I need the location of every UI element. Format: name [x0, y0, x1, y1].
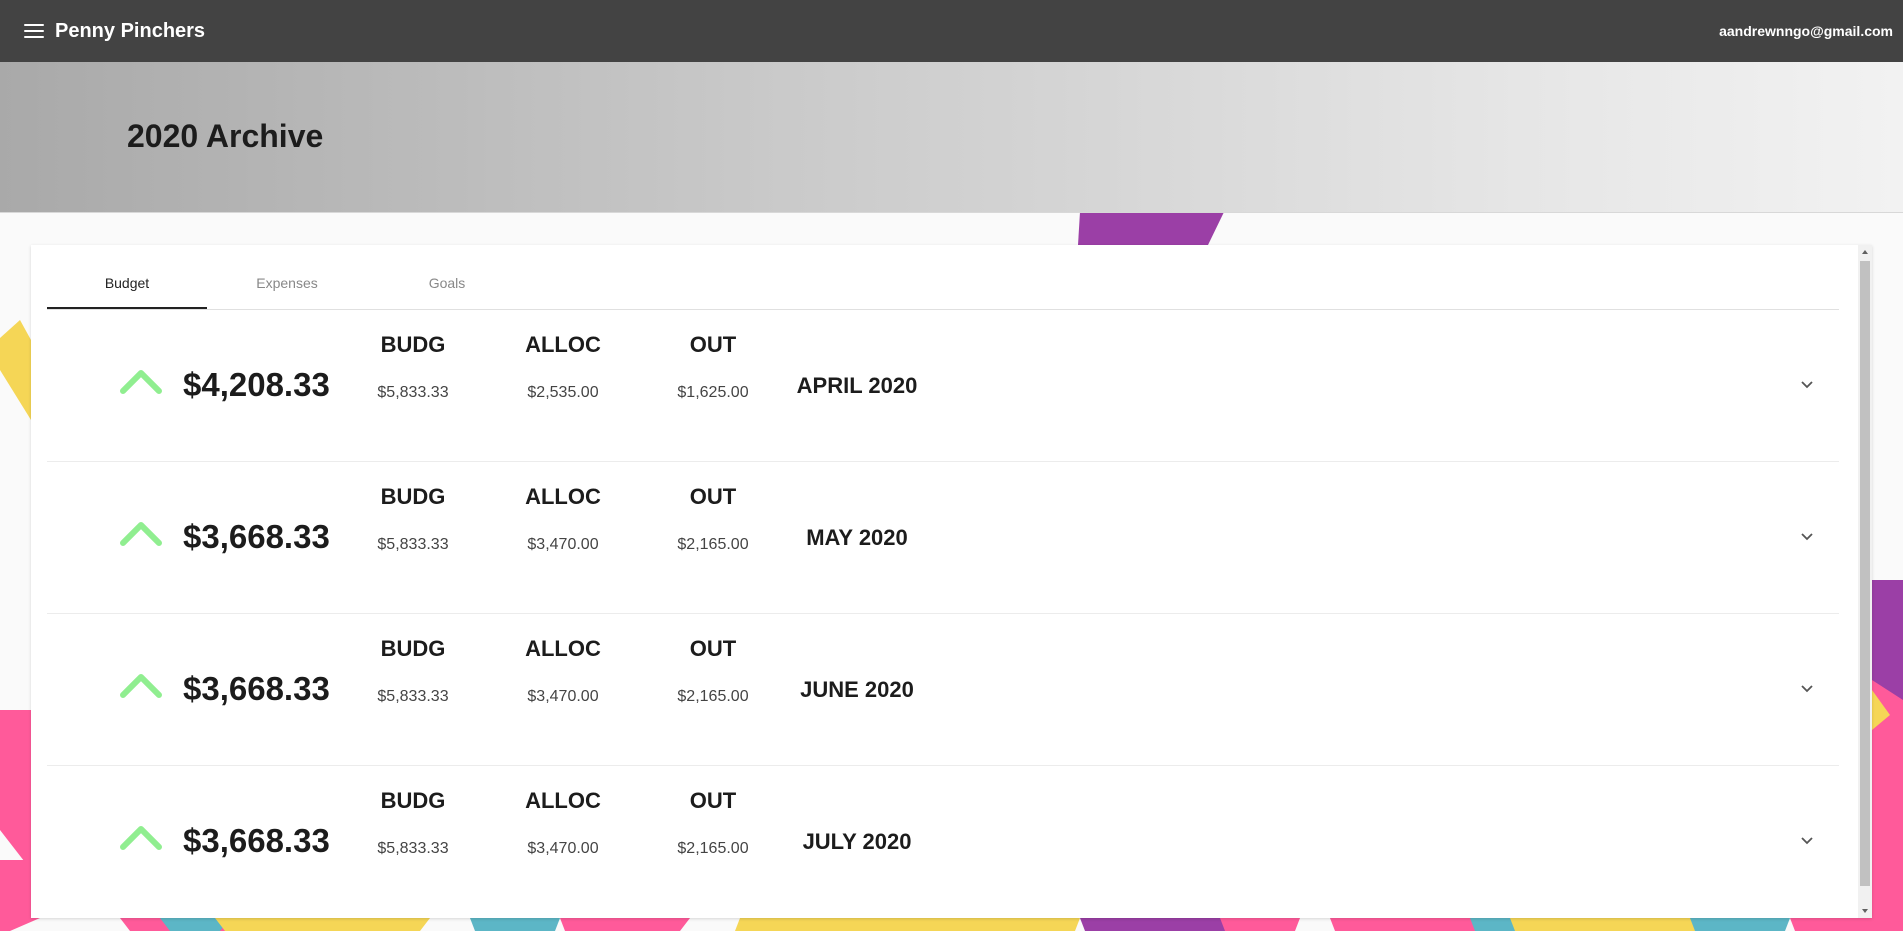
chevron-down-icon[interactable] — [1795, 372, 1819, 396]
budg-label: BUDG — [380, 788, 446, 813]
tab-budget[interactable]: Budget — [47, 245, 207, 309]
budg-value: $5,833.33 — [377, 536, 449, 553]
alloc-label: ALLOC — [525, 484, 601, 509]
alloc-column: ALLOC $3,470.00 — [503, 462, 623, 554]
out-value: $2,165.00 — [677, 840, 749, 857]
budg-column: BUDG $5,833.33 — [353, 310, 473, 402]
budg-value: $5,833.33 — [377, 384, 449, 401]
out-label: OUT — [689, 332, 737, 357]
page-header: 2020 Archive — [0, 62, 1903, 213]
arrow-up-icon — [120, 674, 162, 698]
month-row[interactable]: $3,668.33 BUDG $5,833.33 ALLOC $3,470.00 O… — [47, 766, 1839, 917]
alloc-label: ALLOC — [525, 636, 601, 661]
tab-goals[interactable]: Goals — [367, 245, 527, 309]
alloc-label: ALLOC — [525, 332, 601, 357]
budg-column: BUDG $5,833.33 — [353, 766, 473, 858]
alloc-value: $3,470.00 — [527, 536, 599, 553]
chevron-down-icon[interactable] — [1795, 524, 1819, 548]
month-row[interactable]: $3,668.33 BUDG $5,833.33 ALLOC $3,470.00 O… — [47, 462, 1839, 614]
budg-column: BUDG $5,833.33 — [353, 614, 473, 706]
out-column: OUT $2,165.00 — [653, 614, 773, 706]
user-email[interactable]: aandrewnngo@gmail.com — [1719, 23, 1893, 39]
app-bar: Penny Pinchers aandrewnngo@gmail.com — [0, 0, 1903, 62]
out-label: OUT — [689, 484, 737, 509]
remaining-total: $4,208.33 — [183, 366, 330, 403]
month-label: APRIL 2020 — [796, 373, 918, 398]
active-tab-indicator — [47, 307, 207, 309]
out-value: $2,165.00 — [677, 536, 749, 553]
remaining-total: $3,668.33 — [183, 670, 330, 707]
remaining-total: $3,668.33 — [183, 822, 330, 859]
budg-label: BUDG — [380, 332, 446, 357]
tab-bar: Budget Expenses Goals — [47, 245, 1839, 310]
alloc-column: ALLOC $3,470.00 — [503, 614, 623, 706]
arrow-up-icon — [120, 522, 162, 546]
alloc-value: $2,535.00 — [527, 384, 599, 401]
budg-value: $5,833.33 — [377, 688, 449, 705]
chevron-down-icon[interactable] — [1795, 828, 1819, 852]
out-label: OUT — [689, 636, 737, 661]
arrow-up-icon — [120, 826, 162, 850]
budg-value: $5,833.33 — [377, 840, 449, 857]
month-label: JUNE 2020 — [800, 677, 914, 702]
alloc-value: $3,470.00 — [527, 688, 599, 705]
month-row[interactable]: $4,208.33 BUDG $5,833.33 ALLOC $2,535.00 O… — [47, 310, 1839, 462]
out-value: $1,625.00 — [677, 384, 749, 401]
month-label: MAY 2020 — [806, 525, 908, 550]
out-column: OUT $2,165.00 — [653, 462, 773, 554]
alloc-column: ALLOC $2,535.00 — [503, 310, 623, 402]
menu-icon[interactable] — [24, 24, 44, 38]
scroll-up-arrow-icon[interactable] — [1858, 245, 1872, 259]
alloc-label: ALLOC — [525, 788, 601, 813]
scroll-thumb[interactable] — [1860, 261, 1870, 886]
month-row[interactable]: $3,668.33 BUDG $5,833.33 ALLOC $3,470.00 O… — [47, 614, 1839, 766]
alloc-value: $3,470.00 — [527, 840, 599, 857]
month-label: JULY 2020 — [802, 829, 912, 854]
vertical-scrollbar[interactable] — [1858, 245, 1872, 918]
budg-column: BUDG $5,833.33 — [353, 462, 473, 554]
arrow-up-icon — [120, 370, 162, 394]
tab-expenses[interactable]: Expenses — [207, 245, 367, 309]
out-label: OUT — [689, 788, 737, 813]
scroll-down-arrow-icon[interactable] — [1858, 904, 1872, 918]
alloc-column: ALLOC $3,470.00 — [503, 766, 623, 858]
out-column: OUT $1,625.00 — [653, 310, 773, 402]
budg-label: BUDG — [380, 636, 446, 661]
remaining-total: $3,668.33 — [183, 518, 330, 555]
out-column: OUT $2,165.00 — [653, 766, 773, 858]
app-title[interactable]: Penny Pinchers — [55, 20, 205, 43]
budg-label: BUDG — [380, 484, 446, 509]
page-title: 2020 Archive — [127, 118, 324, 154]
out-value: $2,165.00 — [677, 688, 749, 705]
archive-card: Budget Expenses Goals $4,208.33 BUDG $5,8… — [31, 245, 1872, 918]
chevron-down-icon[interactable] — [1795, 676, 1819, 700]
